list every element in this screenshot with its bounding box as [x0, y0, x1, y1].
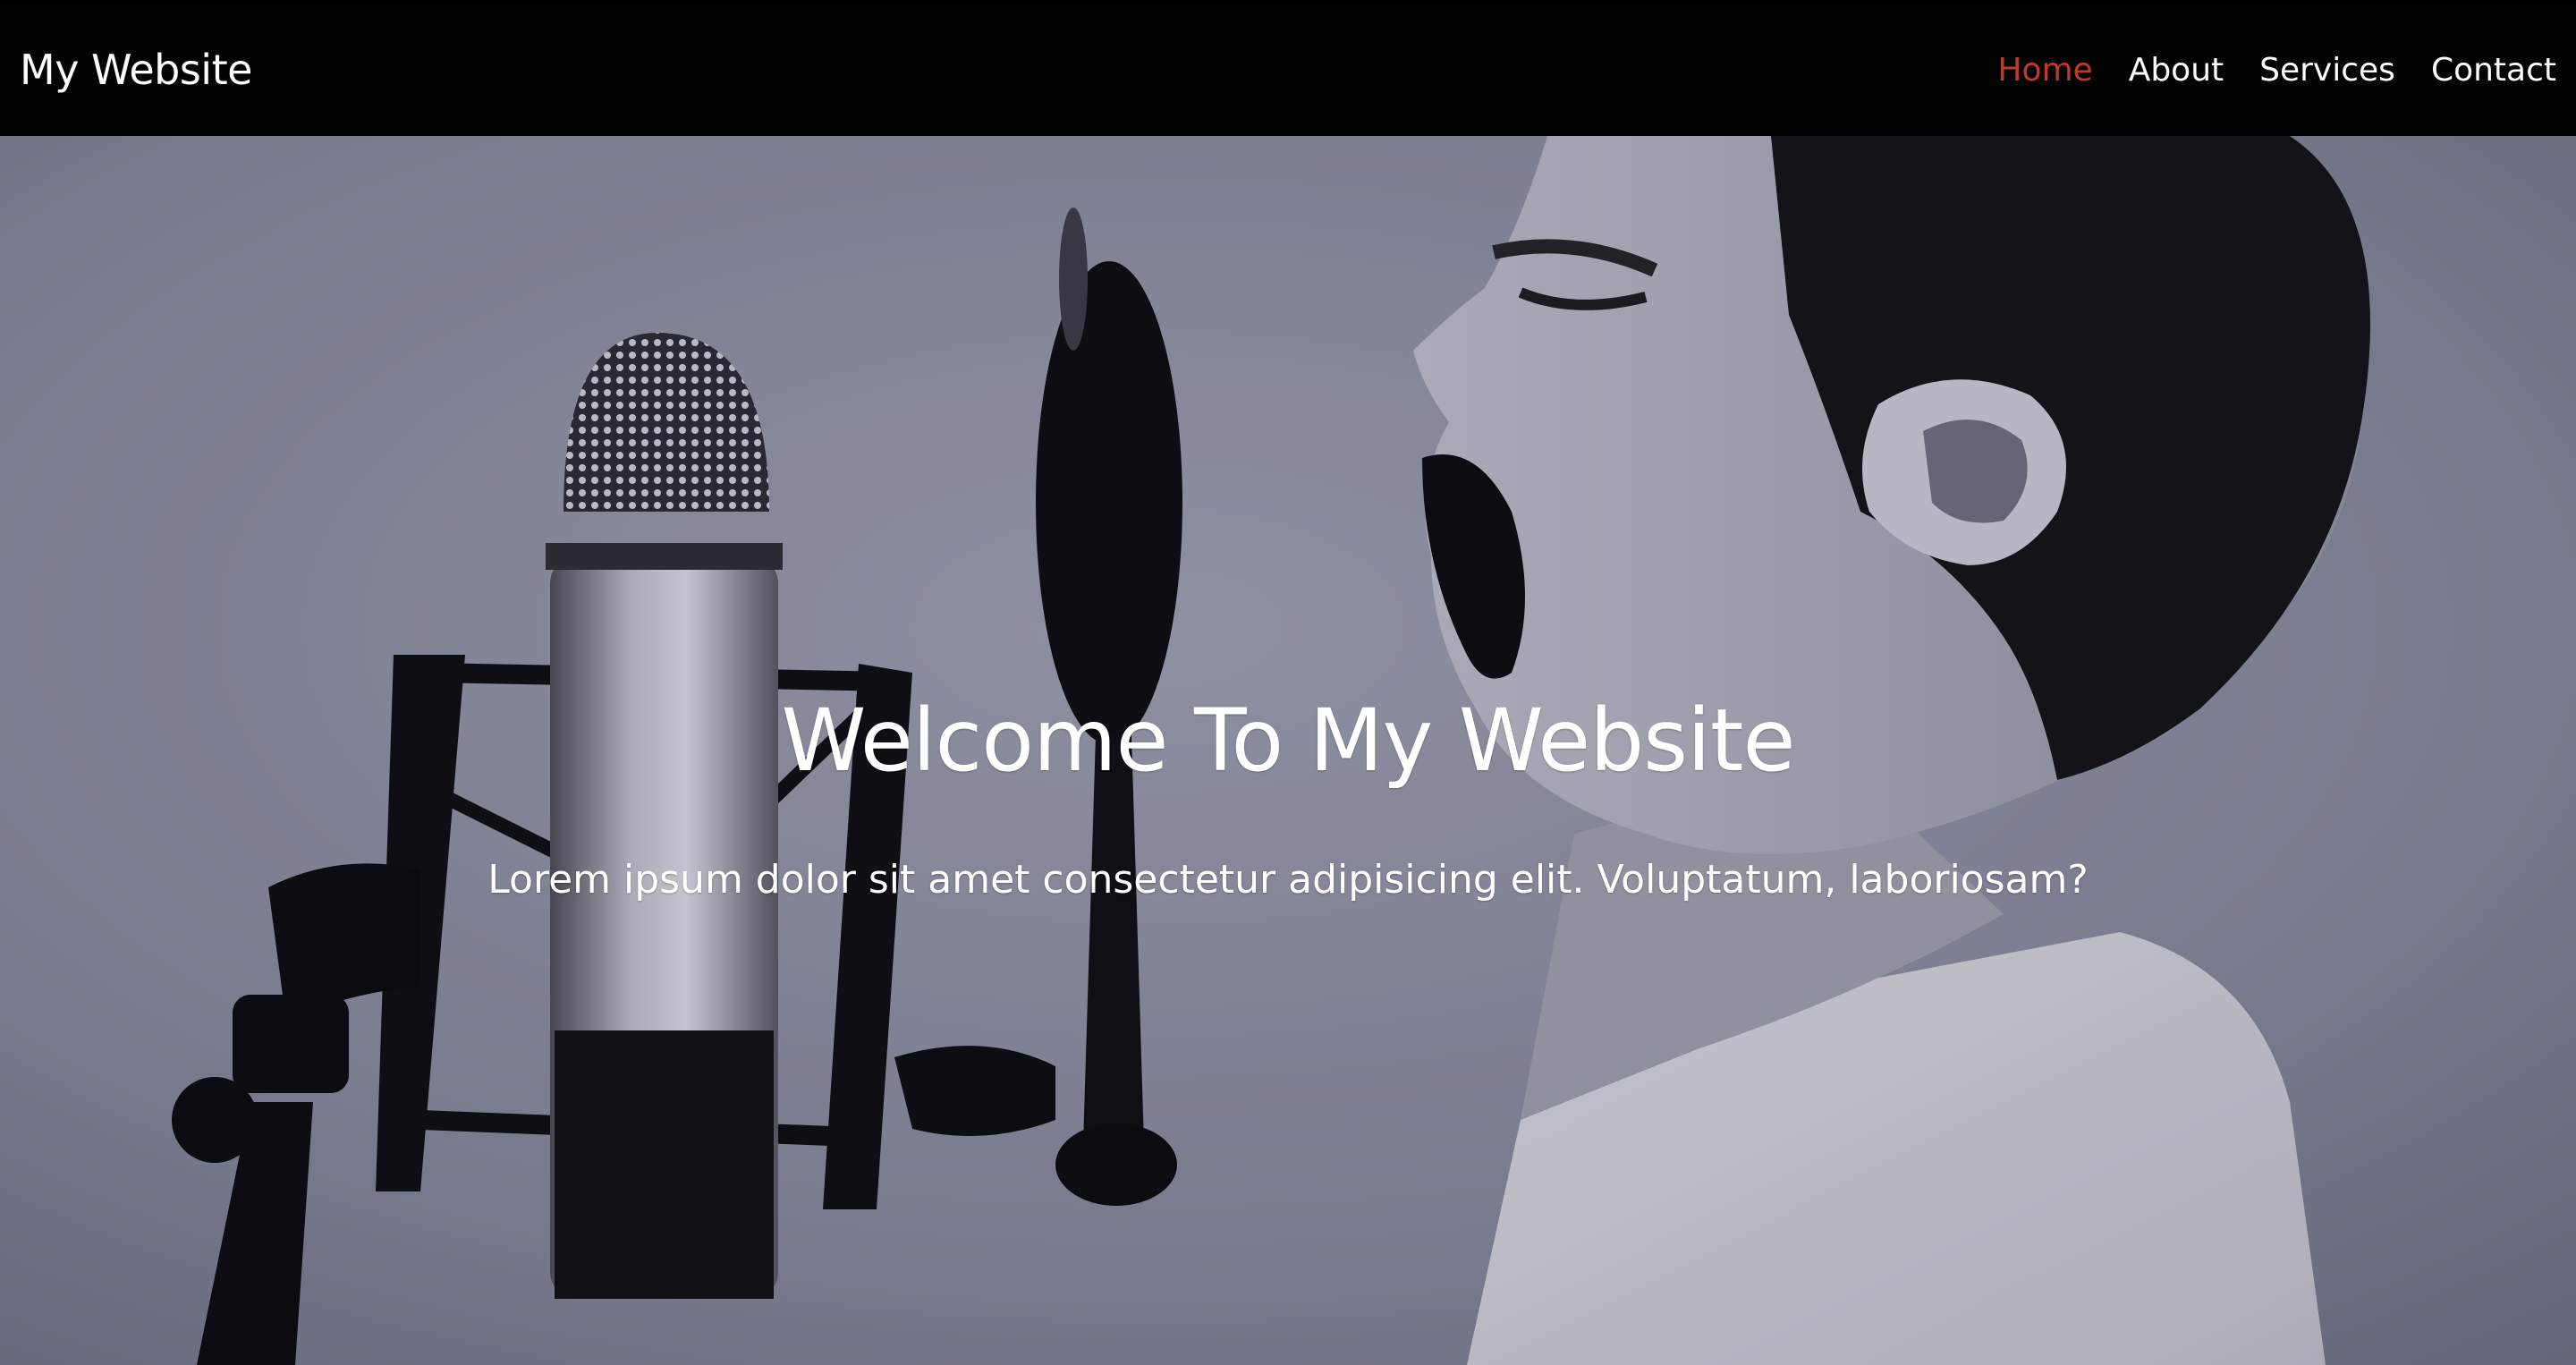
nav-link-contact[interactable]: Contact [2431, 52, 2556, 89]
nav-link-services[interactable]: Services [2259, 52, 2395, 89]
nav-link-about[interactable]: About [2129, 52, 2224, 89]
nav-item-services: Services [2259, 52, 2395, 89]
navbar: My Website Home About Services Contact [0, 4, 2576, 136]
site-logo[interactable]: My Website [20, 46, 252, 94]
hero-title: Welcome To My Website [781, 691, 1795, 791]
nav-links: Home About Services Contact [1962, 52, 2556, 89]
hero-subtitle: Lorem ipsum dolor sit amet consectetur a… [487, 857, 2089, 903]
nav-item-about: About [2129, 52, 2224, 89]
nav-item-contact: Contact [2431, 52, 2556, 89]
nav-item-home: Home [1997, 52, 2092, 89]
nav-link-home[interactable]: Home [1997, 52, 2092, 89]
page: My Website Home About Services Contact W… [0, 0, 2576, 1365]
hero-section: Welcome To My Website Lorem ipsum dolor … [0, 136, 2576, 1365]
